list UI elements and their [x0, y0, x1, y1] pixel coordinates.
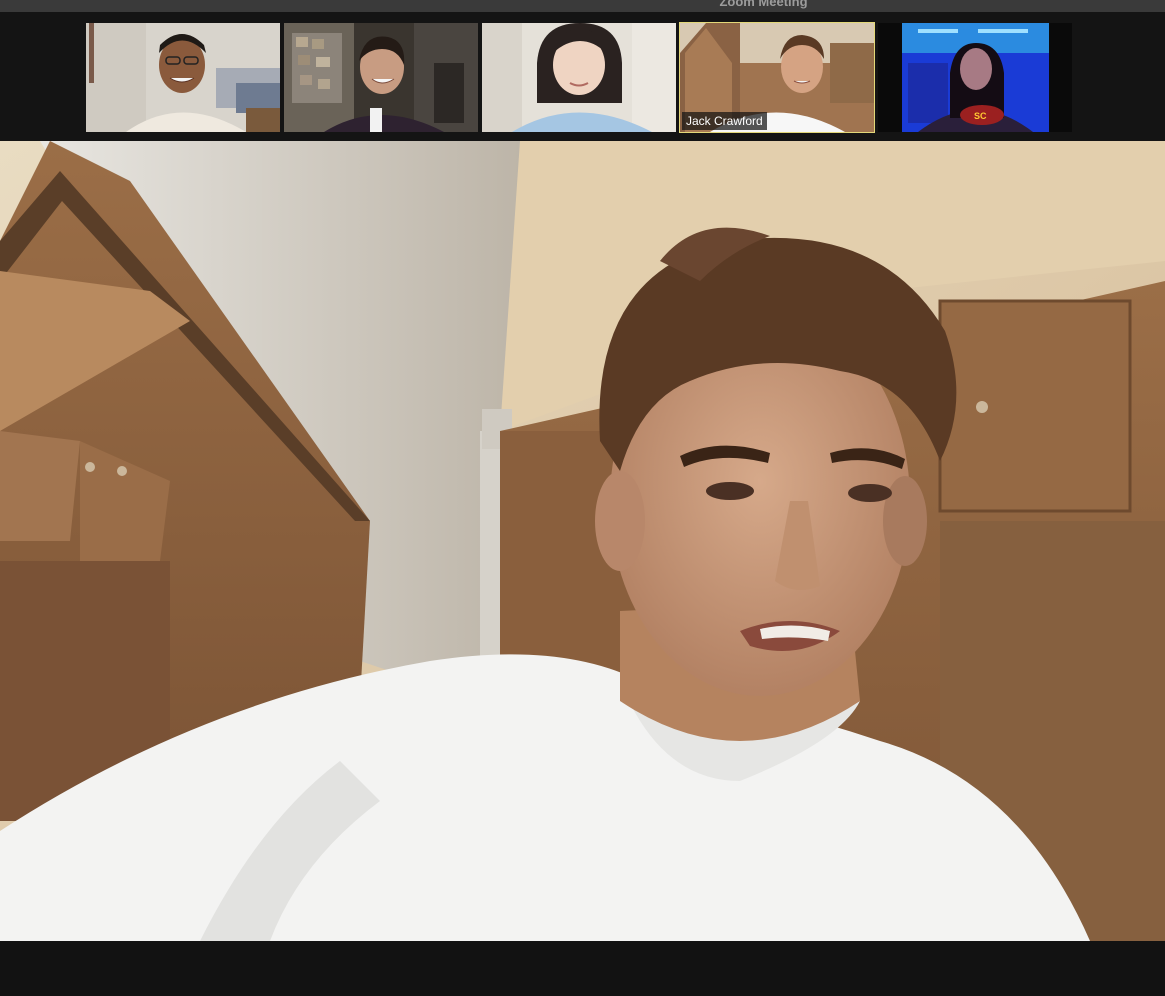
window-titlebar: Zoom Meeting — [0, 0, 1165, 12]
window-title: Zoom Meeting — [719, 0, 808, 9]
participant-video-3 — [482, 23, 676, 132]
participant-video-5: SC — [878, 23, 1072, 132]
participant-gallery-strip: Jack Crawford SC — [0, 12, 1165, 141]
participant-video-tile-5[interactable]: SC — [878, 23, 1072, 132]
participant-video-tile-3[interactable] — [482, 23, 676, 132]
svg-text:SC: SC — [974, 111, 987, 121]
participant-name-label: Jack Crawford — [682, 112, 767, 130]
active-speaker-video[interactable] — [0, 141, 1165, 941]
participant-video-tile-1[interactable] — [86, 23, 280, 132]
meeting-controls-bar — [0, 941, 1165, 996]
participant-video-1 — [86, 23, 280, 132]
participant-video-tile-4[interactable]: Jack Crawford — [679, 22, 875, 133]
active-speaker-video-frame — [0, 141, 1165, 941]
participant-video-2 — [284, 23, 478, 132]
participant-video-tile-2[interactable] — [284, 23, 478, 132]
